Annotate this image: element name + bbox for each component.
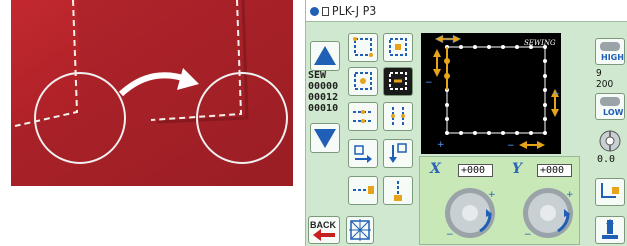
presser-foot-button[interactable] [595, 216, 625, 244]
down-button[interactable] [310, 123, 340, 153]
pattern-button-7[interactable] [348, 139, 378, 168]
x-value-display: +000 [458, 164, 493, 177]
x-dial[interactable]: − + [442, 183, 498, 241]
pattern-button-2[interactable] [383, 33, 413, 62]
up-arrow-icon [314, 46, 336, 65]
svg-text:−: − [524, 230, 532, 240]
pattern-button-4[interactable] [383, 67, 413, 96]
svg-text:+: + [552, 89, 560, 99]
stitch-photo [11, 0, 293, 186]
speed-high-button[interactable]: HIGH [595, 38, 625, 65]
counter-line-2: 00012 [308, 92, 339, 103]
up-button[interactable] [310, 41, 340, 71]
svg-text:HIGH: HIGH [601, 53, 624, 62]
move-down-icon [389, 143, 407, 163]
pattern-button-9[interactable] [348, 176, 378, 205]
svg-text:+: + [488, 190, 496, 200]
counter-line-3: 00010 [308, 103, 339, 114]
speed-value-2: 200 [596, 79, 614, 90]
move-right-icon [354, 145, 372, 163]
pattern-button-6[interactable] [383, 102, 413, 131]
presser-foot-icon [602, 219, 618, 239]
pattern-screen[interactable]: + + − − [421, 33, 561, 154]
pattern-button-3[interactable] [348, 67, 378, 96]
x-axis-label: X [430, 161, 441, 177]
pattern-preview: + + − − [425, 34, 560, 151]
needle-position-button[interactable] [346, 216, 374, 244]
pattern-select-icon [354, 72, 372, 90]
pattern-active-icon [389, 72, 407, 90]
pattern-button-10[interactable] [383, 176, 413, 205]
pattern-frame-alt-icon [389, 38, 407, 56]
title-bar: PLK-J P3 [306, 0, 627, 22]
thread-trim-button[interactable] [595, 178, 625, 206]
pattern-button-8[interactable] [383, 139, 413, 168]
thread-tension-icon [599, 130, 621, 152]
operation-panel: PLK-J P3 SEW 00000 00012 00010 BACK + + … [305, 0, 627, 246]
shift-down-icon [394, 181, 402, 201]
dial-icon: − + [445, 188, 496, 240]
counter-label: SEW [308, 70, 327, 81]
sew-counter: SEW 00000 00012 00010 [308, 70, 338, 114]
svg-text:+: + [437, 140, 445, 150]
status-dot-icon [310, 7, 319, 16]
y-axis-label: Y [512, 161, 522, 177]
thread-trim-icon [601, 183, 619, 198]
back-label: BACK [310, 220, 336, 230]
stitch-row-icon [353, 110, 373, 123]
svg-text:−: − [446, 230, 454, 240]
dial-icon: − + [523, 188, 574, 240]
svg-text:LOW: LOW [603, 108, 624, 117]
tension-value: 0.0 [597, 154, 616, 165]
speed-low-button[interactable]: LOW [595, 93, 625, 120]
counter-line-1: 00000 [308, 81, 339, 92]
pattern-button-1[interactable] [348, 33, 378, 62]
pattern-title: PLK-J P3 [332, 4, 377, 18]
stitch-column-icon [391, 107, 405, 126]
speed-low-icon: LOW [600, 97, 624, 117]
svg-text:−: − [507, 141, 515, 151]
speed-high-icon: HIGH [600, 42, 624, 62]
pattern-frame-icon [353, 37, 373, 57]
y-value-display: +000 [537, 164, 572, 177]
svg-text:+: + [566, 190, 574, 200]
speed-value-1: 9 [596, 68, 602, 79]
svg-text:−: − [425, 78, 433, 88]
dial-area: X +000 Y +000 − + − + [419, 156, 580, 245]
pattern-button-5[interactable] [348, 102, 378, 131]
y-dial[interactable]: − + [520, 183, 576, 241]
sewing-label: SEWING [524, 39, 556, 47]
down-arrow-icon [314, 129, 336, 148]
pattern-box-icon [322, 7, 329, 16]
screen-root: PLK-J P3 SEW 00000 00012 00010 BACK + + … [0, 0, 627, 246]
crosshair-icon [349, 219, 371, 241]
shift-right-icon [353, 186, 374, 194]
thread-tension-control[interactable] [596, 128, 624, 154]
